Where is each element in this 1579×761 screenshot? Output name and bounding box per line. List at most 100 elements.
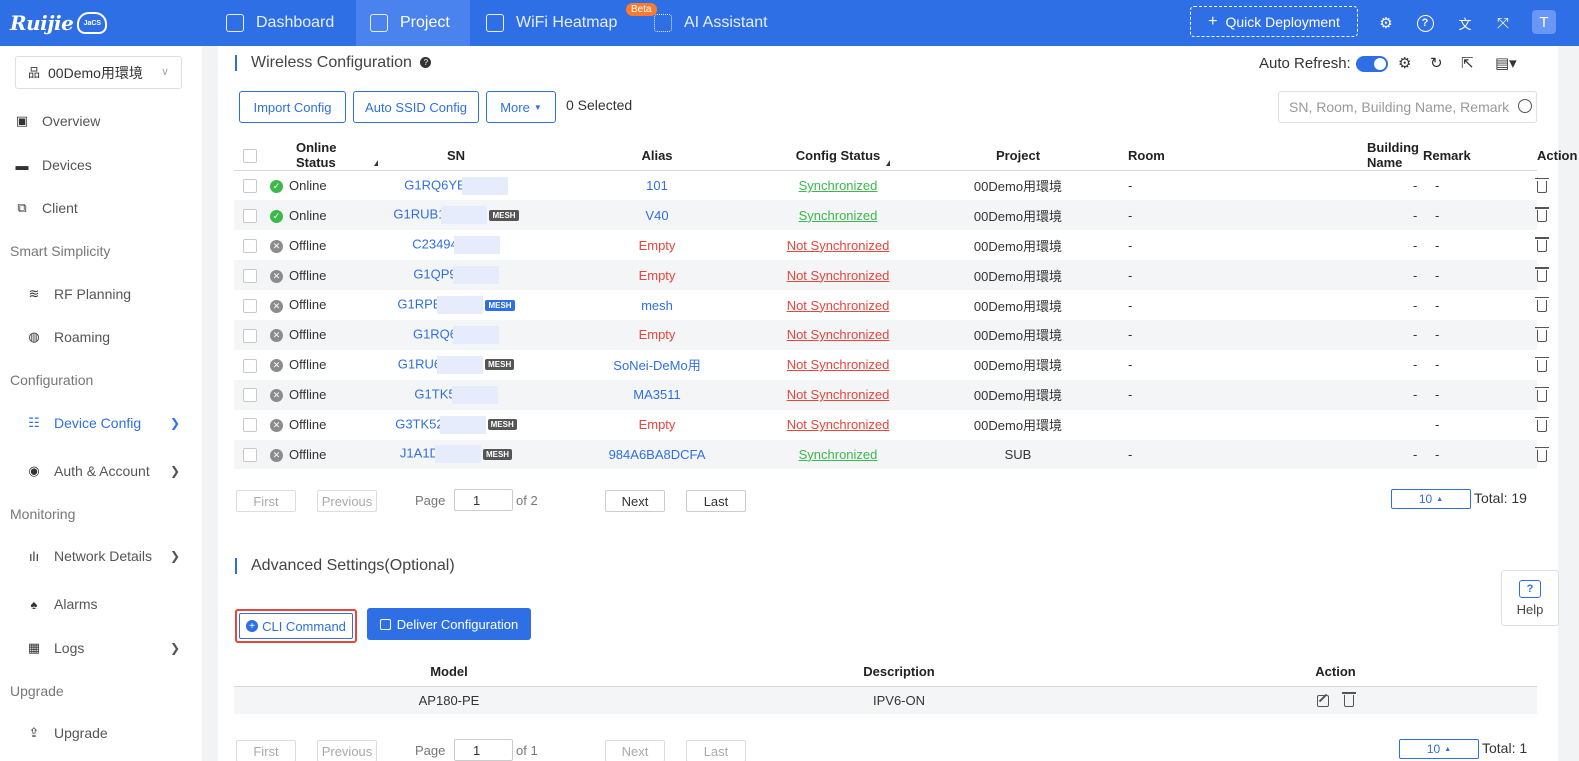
pager-page-input[interactable]: 1: [454, 489, 513, 511]
alias-link[interactable]: mesh: [641, 298, 673, 313]
adv-pager-previous-button[interactable]: Previous: [317, 740, 377, 761]
trash-icon[interactable]: [1535, 297, 1549, 313]
edit-icon[interactable]: [1316, 695, 1329, 708]
pager-next-button[interactable]: Next: [605, 490, 665, 512]
trash-icon[interactable]: [1342, 692, 1357, 708]
trash-icon[interactable]: [1535, 356, 1549, 372]
sn-link[interactable]: G1RUB1: [393, 207, 445, 222]
config-status-link[interactable]: Synchronized: [799, 208, 878, 223]
config-status-link[interactable]: Synchronized: [799, 178, 878, 193]
pager-last-button[interactable]: Last: [686, 490, 746, 512]
alias-link[interactable]: MA3511: [633, 387, 680, 402]
trash-icon[interactable]: [1535, 237, 1549, 253]
trash-icon[interactable]: [1535, 207, 1549, 223]
auto-ssid-config-button[interactable]: Auto SSID Config: [353, 91, 479, 123]
sidebar-item-logs[interactable]: ▦ Logs ❯: [0, 636, 202, 660]
deliver-configuration-button[interactable]: Deliver Configuration: [367, 608, 531, 640]
sn-link[interactable]: C23494: [412, 237, 458, 252]
config-status-link[interactable]: Not Synchronized: [787, 357, 890, 372]
pager-first-button[interactable]: First: [236, 490, 296, 512]
export-icon[interactable]: ⇱: [1461, 54, 1474, 72]
alias-link[interactable]: 101: [646, 178, 668, 193]
sn-link[interactable]: G1RPE: [397, 296, 441, 311]
adv-pager-page-input[interactable]: 1: [454, 739, 513, 761]
adv-pager-first-button[interactable]: First: [236, 740, 296, 761]
sidebar-item-overview[interactable]: ▣ Overview: [0, 109, 202, 133]
settings-gear-icon[interactable]: ⚙: [1376, 13, 1396, 33]
device-search-input[interactable]: SN, Room, Building Name, Remark: [1278, 91, 1537, 123]
trash-icon[interactable]: [1535, 416, 1549, 432]
sn-link[interactable]: J1A1D: [400, 446, 439, 461]
row-checkbox[interactable]: [243, 239, 257, 253]
sn-link[interactable]: G3TK52: [395, 416, 443, 431]
nav-project[interactable]: Project: [356, 0, 470, 46]
quick-deployment-button[interactable]: + Quick Deployment: [1190, 6, 1358, 37]
sidebar-item-rf-planning[interactable]: ≋ RF Planning: [0, 282, 202, 306]
page-size-select[interactable]: 10 ▲: [1391, 489, 1471, 509]
help-button[interactable]: ? Help: [1501, 570, 1559, 626]
project-select[interactable]: 品 00Demo用環境 ∨: [15, 56, 182, 89]
alias-link[interactable]: 984A6BA8DCFA: [609, 447, 706, 462]
config-status-link[interactable]: Not Synchronized: [787, 268, 890, 283]
trash-icon[interactable]: [1535, 386, 1549, 402]
sn-link[interactable]: G1QP9: [413, 267, 456, 282]
alias-link[interactable]: Empty: [639, 268, 676, 283]
row-checkbox[interactable]: [243, 328, 257, 343]
config-status-link[interactable]: Not Synchronized: [787, 298, 890, 313]
sidebar-item-devices[interactable]: ▬ Devices: [0, 153, 202, 177]
cli-command-button[interactable]: + CLI Command: [239, 613, 353, 639]
alias-link[interactable]: Empty: [639, 327, 676, 342]
adv-pager-next-button[interactable]: Next: [605, 740, 665, 761]
alias-link[interactable]: Empty: [639, 417, 676, 432]
help-circle-icon[interactable]: ?: [1415, 13, 1435, 33]
sn-link[interactable]: G1RQ6YB: [404, 177, 465, 192]
row-checkbox[interactable]: [243, 209, 257, 224]
info-icon[interactable]: ?: [420, 57, 432, 69]
adv-page-size-select[interactable]: 10 ▲: [1399, 739, 1479, 759]
column-settings-icon[interactable]: ▤▾: [1495, 54, 1517, 72]
row-checkbox[interactable]: [243, 418, 257, 433]
col-online-status[interactable]: Online Status: [266, 140, 378, 171]
pager-previous-button[interactable]: Previous: [317, 490, 377, 512]
trash-icon[interactable]: [1535, 267, 1549, 283]
config-status-link[interactable]: Not Synchronized: [787, 238, 890, 253]
language-icon[interactable]: 文: [1455, 13, 1475, 33]
sidebar-item-roaming[interactable]: ◍ Roaming: [0, 325, 202, 349]
search-icon[interactable]: [1518, 99, 1532, 113]
sidebar-item-device-config[interactable]: ☷ Device Config ❯: [0, 411, 202, 435]
import-config-button[interactable]: Import Config: [239, 91, 346, 123]
sn-link[interactable]: G1RU6: [398, 356, 441, 371]
row-checkbox[interactable]: [243, 448, 257, 463]
auto-refresh-toggle[interactable]: [1356, 56, 1388, 72]
trash-icon[interactable]: [1535, 446, 1549, 462]
nav-wifi-heatmap[interactable]: WiFi Heatmap: [486, 0, 626, 46]
trash-icon[interactable]: [1535, 177, 1549, 193]
alias-link[interactable]: V40: [645, 208, 668, 223]
sidebar-item-auth-account[interactable]: ◉ Auth & Account ❯: [0, 459, 202, 483]
row-checkbox[interactable]: [243, 268, 257, 283]
nav-dashboard[interactable]: Dashboard: [226, 0, 356, 46]
col-config-status[interactable]: Config Status: [768, 140, 908, 171]
sidebar-item-alarms[interactable]: ♠ Alarms: [0, 592, 202, 616]
sidebar-item-upgrade[interactable]: ⇪ Upgrade: [0, 721, 202, 745]
config-status-link[interactable]: Synchronized: [799, 447, 878, 462]
row-checkbox[interactable]: [243, 179, 257, 194]
fullscreen-icon[interactable]: ⤧: [1493, 13, 1513, 33]
user-avatar[interactable]: T: [1532, 10, 1556, 34]
sidebar-item-client[interactable]: ⧉ Client: [0, 196, 202, 220]
refresh-icon[interactable]: ↻: [1430, 54, 1443, 72]
more-dropdown-button[interactable]: More ▼: [486, 91, 556, 123]
alias-link[interactable]: Empty: [639, 238, 676, 253]
config-status-link[interactable]: Not Synchronized: [787, 327, 890, 342]
sn-link[interactable]: G1RQ6: [413, 326, 457, 341]
config-status-link[interactable]: Not Synchronized: [787, 387, 890, 402]
ruijie-logo[interactable]: Ruijie JaCS: [10, 6, 108, 40]
row-checkbox[interactable]: [243, 298, 257, 313]
adv-pager-last-button[interactable]: Last: [686, 740, 746, 761]
row-checkbox[interactable]: [243, 388, 257, 403]
nav-ai-assistant[interactable]: AI Assistant: [654, 0, 784, 46]
trash-icon[interactable]: [1535, 326, 1549, 342]
config-status-link[interactable]: Not Synchronized: [787, 417, 890, 432]
sidebar-item-network-details[interactable]: ılı Network Details ❯: [0, 544, 202, 568]
row-checkbox[interactable]: [243, 358, 257, 373]
